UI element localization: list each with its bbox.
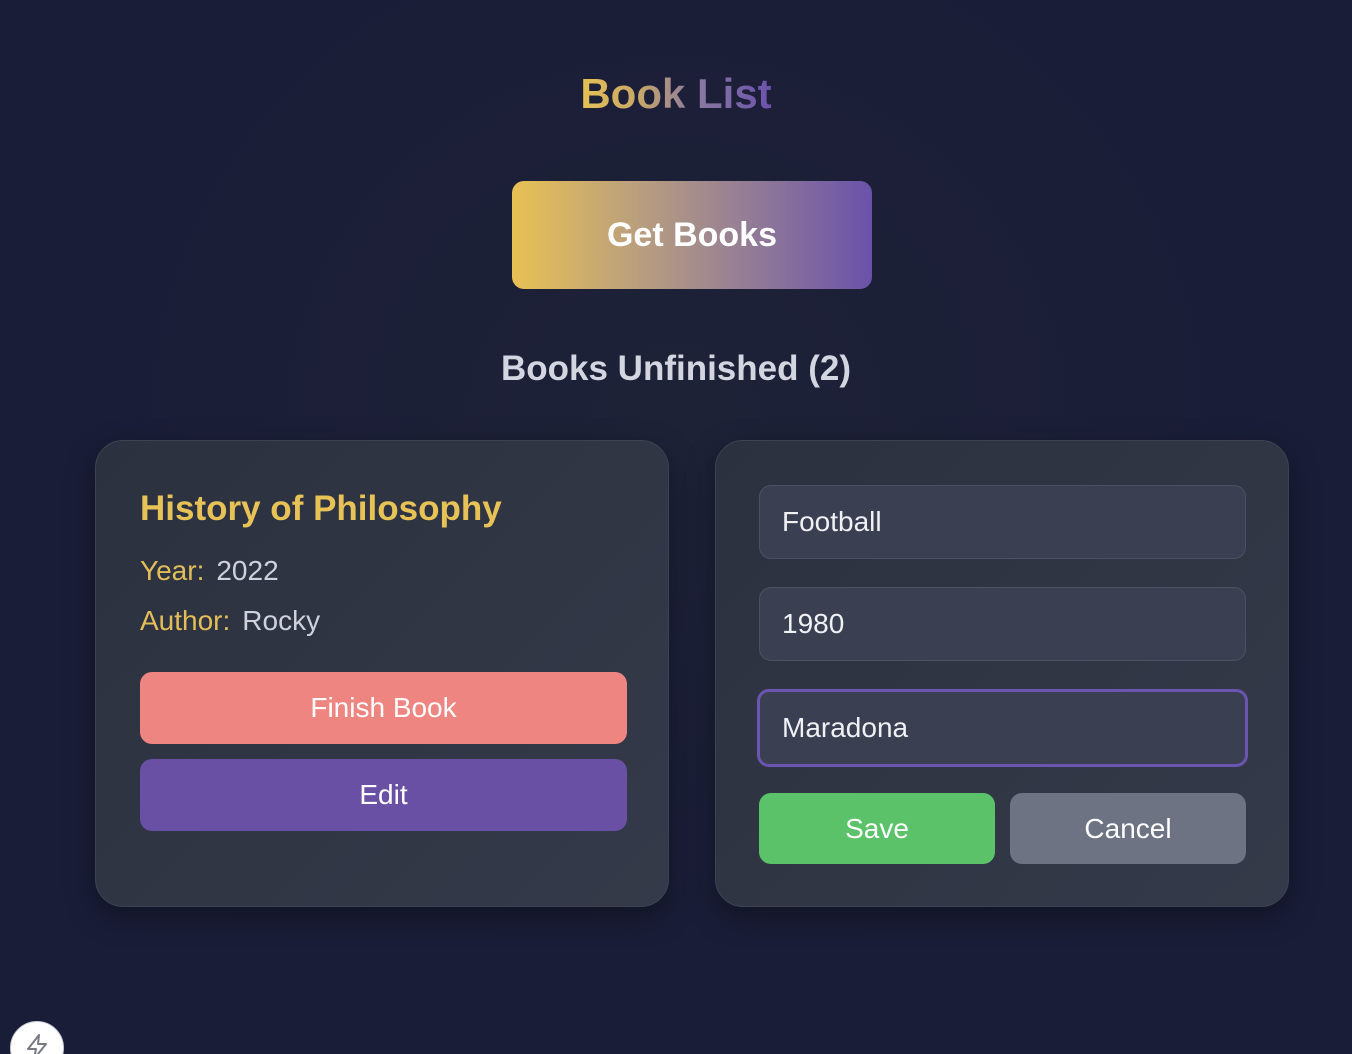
edit-book-card: Save Cancel [715, 440, 1289, 907]
book-title: History of Philosophy [140, 489, 502, 528]
year-input[interactable] [759, 587, 1246, 661]
edit-button[interactable]: Edit [140, 759, 627, 831]
lightning-icon [27, 1034, 47, 1054]
section-heading: Books Unfinished (2) [500, 349, 852, 388]
author-input[interactable] [757, 689, 1248, 767]
book-card: History of Philosophy Year: 2022 Author: R… [95, 440, 669, 907]
author-label: Author: [140, 605, 231, 636]
year-label: Year: [140, 555, 205, 586]
page: Book List Get Books Books Unfinished (2)… [0, 0, 1352, 1054]
title-input[interactable] [759, 485, 1246, 559]
year-value: 2022 [216, 555, 279, 586]
finish-book-button[interactable]: Finish Book [140, 672, 627, 744]
book-author-row: Author: Rocky [140, 605, 320, 637]
page-title-text: Book List [580, 70, 772, 117]
book-year-row: Year: 2022 [140, 555, 279, 587]
page-title: Book List [0, 70, 1352, 118]
author-value: Rocky [242, 605, 321, 636]
cancel-button[interactable]: Cancel [1010, 793, 1246, 864]
floating-action-button[interactable] [10, 1021, 64, 1054]
save-button[interactable]: Save [759, 793, 995, 864]
get-books-button[interactable]: Get Books [512, 181, 872, 289]
